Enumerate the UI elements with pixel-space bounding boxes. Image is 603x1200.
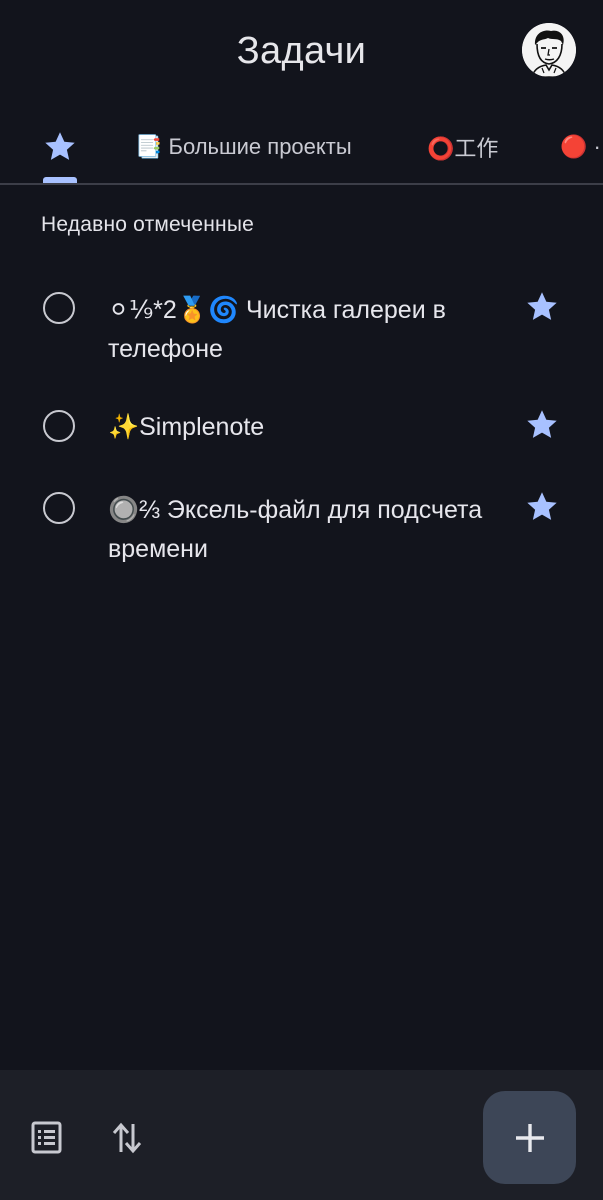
- task-title[interactable]: ✨Simplenote: [108, 408, 508, 447]
- task-title[interactable]: ⚪⅑*2🏅🌀 Чистка галереи в телефоне: [108, 291, 508, 369]
- page-title: Задачи: [236, 30, 367, 72]
- add-task-button[interactable]: [483, 1091, 576, 1184]
- tabs-divider: [0, 183, 603, 185]
- task-checkbox[interactable]: [43, 292, 75, 324]
- tab-starred[interactable]: [38, 112, 82, 182]
- star-icon: [527, 410, 557, 438]
- app-header: Задачи: [0, 0, 603, 104]
- tab-work[interactable]: ⭕工作: [427, 112, 498, 182]
- avatar[interactable]: [522, 23, 576, 77]
- app-screen: Задачи 📑 Большие проекты ⭕工作 🔴 · Недавно…: [0, 0, 603, 1200]
- task-star-button[interactable]: [524, 489, 560, 525]
- star-icon: [527, 292, 557, 320]
- task-title[interactable]: 🔘⅔ Эксель-файл для подсчета времени: [108, 491, 508, 569]
- sort-icon[interactable]: [107, 1118, 147, 1158]
- avatar-illustration: [522, 23, 576, 77]
- task-checkbox[interactable]: [43, 410, 75, 442]
- list-icon[interactable]: [27, 1118, 67, 1158]
- task-star-button[interactable]: [524, 289, 560, 325]
- star-icon: [527, 492, 557, 520]
- task-checkbox[interactable]: [43, 492, 75, 524]
- star-icon: [45, 132, 75, 160]
- list-tabs: 📑 Большие проекты ⭕工作 🔴 ·: [0, 112, 603, 184]
- task-star-button[interactable]: [524, 407, 560, 443]
- tab-big-projects[interactable]: 📑 Большие проекты: [135, 112, 352, 182]
- section-title: Недавно отмеченные: [41, 213, 255, 236]
- tab-red-list[interactable]: 🔴 ·: [560, 112, 601, 182]
- plus-icon: [515, 1123, 544, 1152]
